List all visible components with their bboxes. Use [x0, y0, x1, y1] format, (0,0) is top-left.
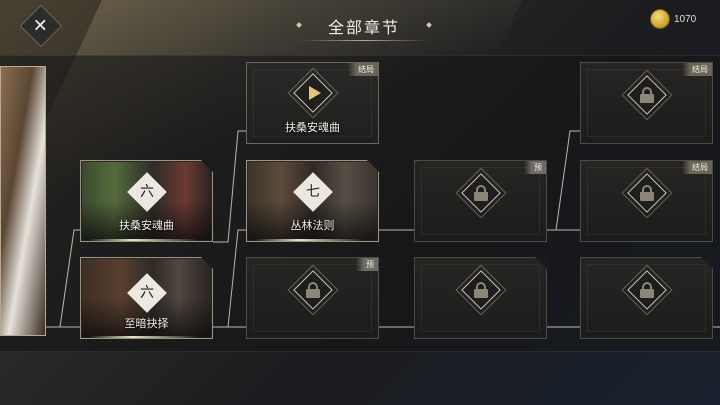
gold-coin-icon	[650, 9, 670, 29]
prologue-portrait[interactable]	[0, 66, 46, 336]
chapter-title: 扶桑安魂曲	[285, 121, 340, 134]
close-icon: ✕	[33, 15, 49, 37]
chapter-title: 扶桑安魂曲	[119, 219, 174, 232]
play-icon	[309, 86, 321, 100]
chapter-card-locked[interactable]: 结局	[580, 62, 713, 144]
title-area: 全部章节	[296, 14, 432, 42]
lock-icon	[474, 185, 488, 201]
lock-icon	[474, 282, 488, 298]
coin-balance: 1070	[650, 9, 696, 29]
title-ornament-left	[296, 22, 302, 28]
lock-icon	[640, 87, 654, 103]
card-corner-cut	[367, 160, 379, 172]
ending-tag: 结局	[682, 161, 712, 174]
chapter-card-locked[interactable]: 预	[414, 160, 547, 242]
ending-tag: 结局	[348, 63, 378, 76]
preview-tag: 预	[524, 161, 546, 174]
ending-tag: 结局	[682, 63, 712, 76]
chapter-numeral: 六	[140, 285, 154, 301]
close-button[interactable]: ✕	[19, 4, 63, 48]
selected-underline	[89, 239, 198, 241]
card-corner-cut	[201, 160, 213, 172]
lock-icon	[640, 185, 654, 201]
chapter-title: 丛林法则	[290, 219, 335, 232]
chapter-card-locked[interactable]: 结局	[580, 160, 713, 242]
selected-underline	[255, 239, 364, 241]
chapter-card[interactable]: 六 扶桑安魂曲	[80, 160, 213, 242]
card-corner-cut	[535, 257, 547, 269]
chapter-numeral: 七	[306, 184, 320, 200]
chapter-card[interactable]: 扶桑安魂曲 结局	[246, 62, 379, 144]
chapter-card-locked[interactable]: 预	[246, 257, 379, 339]
preview-tag: 预	[356, 258, 378, 271]
chapter-card-locked[interactable]	[414, 257, 547, 339]
lock-icon	[640, 282, 654, 298]
chapter-card[interactable]: 七 丛林法则	[246, 160, 379, 242]
chapter-title: 至暗抉择	[124, 317, 169, 330]
coin-count: 1070	[674, 13, 697, 25]
card-corner-cut	[201, 257, 213, 269]
lock-icon	[306, 282, 320, 298]
title-ornament-right	[426, 22, 432, 28]
chapter-card-locked[interactable]	[580, 257, 713, 339]
chapter-card[interactable]: 六 至暗抉择	[80, 257, 213, 339]
title-underline	[300, 40, 428, 41]
selected-underline	[89, 336, 198, 338]
chapter-numeral: 六	[140, 184, 154, 200]
page-title: 全部章节	[327, 18, 400, 37]
card-corner-cut	[701, 257, 713, 269]
